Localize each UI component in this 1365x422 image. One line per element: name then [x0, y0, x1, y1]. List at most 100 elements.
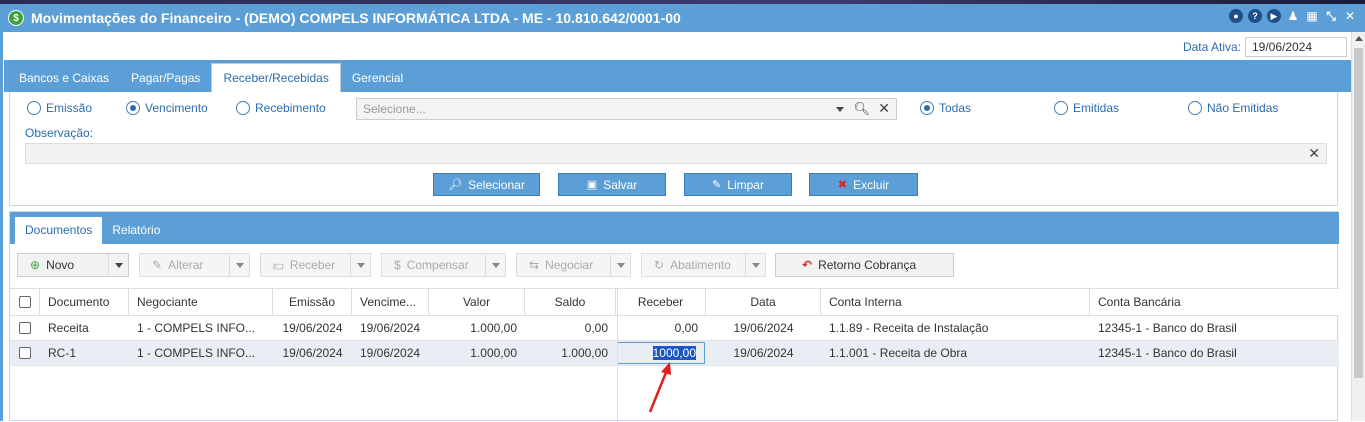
alterar-label: Alterar: [168, 258, 204, 272]
radio-todas[interactable]: Todas: [920, 101, 971, 115]
active-date-input[interactable]: 19/06/2024: [1245, 37, 1347, 57]
header-data[interactable]: Data: [706, 288, 821, 316]
tab-receber-recebidas[interactable]: Receber/Recebidas: [211, 63, 341, 92]
abatimento-dropdown[interactable]: [745, 254, 765, 276]
scroll-thumb[interactable]: [1354, 48, 1363, 378]
retorno-label: Retorno Cobrança: [818, 258, 917, 272]
cell-receber[interactable]: 0,00: [616, 321, 706, 335]
radio-emitidas[interactable]: Emitidas: [1054, 101, 1119, 115]
alterar-button[interactable]: ✎ Alterar: [139, 253, 250, 277]
select-button[interactable]: 🔎︎ Selecionar: [433, 173, 540, 196]
close-icon[interactable]: ✕: [1343, 9, 1357, 23]
scroll-up-icon[interactable]: [1355, 36, 1363, 41]
select-all-cell: [10, 288, 40, 316]
novo-dropdown[interactable]: [108, 254, 128, 276]
cell-conta-interna: 1.1.89 - Receita de Instalação: [829, 321, 989, 335]
novo-label: Novo: [46, 258, 75, 272]
radio-recebimento[interactable]: Recebimento: [236, 101, 326, 115]
header-conta-bancaria[interactable]: Conta Bancária: [1090, 288, 1339, 316]
delete-button[interactable]: ✖ Excluir: [809, 173, 918, 196]
help-icon[interactable]: ?: [1248, 9, 1262, 23]
save-button[interactable]: ▣ Salvar: [558, 173, 666, 196]
receber-label: Receber: [289, 258, 336, 272]
header-documento[interactable]: Documento: [40, 288, 129, 316]
user-icon[interactable]: ♟: [1286, 9, 1300, 23]
play-icon[interactable]: ▶: [1267, 9, 1281, 23]
minimize-circle-icon[interactable]: ●: [1229, 9, 1243, 23]
abatimento-button[interactable]: ↻ Abatimento: [641, 253, 766, 277]
row-checkbox[interactable]: [19, 322, 31, 334]
header-receber[interactable]: Receber: [616, 288, 706, 316]
search-icon[interactable]: 🔍︎: [853, 101, 870, 117]
compensar-dropdown[interactable]: [485, 254, 505, 276]
clear-icon[interactable]: ✕: [878, 100, 890, 117]
novo-button[interactable]: ⊕ Novo: [17, 253, 129, 277]
cell-valor: 1.000,00: [470, 346, 517, 360]
cell-conta-bancaria: 12345-1 - Banco do Brasil: [1098, 346, 1237, 360]
cell-negociante: 1 - COMPELS INFO...: [137, 321, 256, 335]
tab-documentos[interactable]: Documentos: [15, 217, 103, 244]
alterar-dropdown[interactable]: [229, 254, 249, 276]
negociar-dropdown[interactable]: [610, 254, 630, 276]
select-placeholder: Selecione...: [363, 102, 426, 116]
collapse-icon[interactable]: ⤡: [1324, 9, 1338, 23]
cell-vencimento: 19/06/2024: [360, 346, 421, 360]
window-title: Movimentações do Financeiro - (DEMO) COM…: [31, 10, 681, 26]
tab-bancos-caixas[interactable]: Bancos e Caixas: [8, 64, 120, 92]
tab-gerencial[interactable]: Gerencial: [341, 64, 414, 92]
radio-vencimento[interactable]: Vencimento: [126, 101, 208, 115]
chevron-down-icon[interactable]: [836, 107, 844, 112]
cell-conta-interna: 1.1.001 - Receita de Obra: [829, 346, 968, 360]
radio-label: Emitidas: [1073, 101, 1120, 115]
cell-documento: Receita: [48, 321, 89, 335]
select-button-label: Selecionar: [468, 177, 525, 192]
clear-button-label: Limpar: [727, 177, 764, 192]
header-saldo[interactable]: Saldo: [525, 288, 616, 316]
window-controls: ● ? ▶ ♟ ▦ ⤡ ✕: [1229, 9, 1357, 23]
radio-label: Não Emitidas: [1207, 101, 1279, 115]
sub-tabs: Documentos Relatório: [10, 212, 1339, 244]
broom-icon: ✎: [712, 179, 722, 191]
table-row[interactable]: Receita 1 - COMPELS INFO... 19/06/2024 1…: [10, 316, 1339, 341]
header-vencimento[interactable]: Vencime...: [352, 288, 429, 316]
tab-relatorio[interactable]: Relatório: [102, 217, 170, 244]
clear-icon[interactable]: ✕: [1308, 145, 1320, 162]
cell-data: 19/06/2024: [733, 321, 794, 335]
handshake-icon: ⇆: [529, 258, 540, 272]
radio-emissao[interactable]: Emissão: [27, 101, 92, 115]
radio-circle-icon: [27, 101, 41, 115]
delete-x-icon: ✖: [837, 179, 848, 191]
row-checkbox[interactable]: [19, 347, 31, 359]
calendar-icon[interactable]: ▦: [1305, 9, 1319, 23]
header-valor[interactable]: Valor: [429, 288, 525, 316]
cell-negociante: 1 - COMPELS INFO...: [137, 346, 256, 360]
cell-emissao: 19/06/2024: [282, 321, 343, 335]
negociar-label: Negociar: [545, 258, 594, 272]
table-header: Documento Negociante Emissão Vencime... …: [10, 288, 1339, 316]
coin-icon: $: [394, 258, 401, 272]
radio-label: Recebimento: [255, 101, 326, 115]
refresh-icon: ↻: [654, 258, 665, 272]
tab-pagar-pagas[interactable]: Pagar/Pagas: [120, 64, 211, 92]
documents-toolbar: ⊕ Novo ✎ Alterar 💵︎ Receber $ Compensar …: [10, 253, 1339, 277]
radio-circle-icon: [1054, 101, 1068, 115]
radio-nao-emitidas[interactable]: Não Emitidas: [1188, 101, 1278, 115]
header-conta-interna[interactable]: Conta Interna: [821, 288, 1090, 316]
receber-button[interactable]: 💵︎ Receber: [260, 253, 371, 277]
negociar-button[interactable]: ⇆ Negociar: [516, 253, 631, 277]
filter-panel: Emissão Vencimento Recebimento Selecione…: [9, 92, 1338, 206]
magnifier-icon: 🔎︎: [448, 179, 463, 191]
compensar-label: Compensar: [406, 258, 469, 272]
negociante-select[interactable]: Selecione... 🔍︎ ✕: [356, 98, 897, 120]
compensar-button[interactable]: $ Compensar: [381, 253, 506, 277]
header-negociante[interactable]: Negociante: [129, 288, 273, 316]
select-all-checkbox[interactable]: [18, 296, 31, 308]
receber-dropdown[interactable]: [350, 254, 370, 276]
undo-arrow-icon: ↶: [802, 258, 813, 272]
header-emissao[interactable]: Emissão: [273, 288, 352, 316]
active-date-bar: Data Ativa: 19/06/2024: [1183, 37, 1347, 57]
vertical-scrollbar[interactable]: [1351, 32, 1365, 421]
retorno-cobranca-button[interactable]: ↶ Retorno Cobrança: [775, 253, 954, 277]
observation-field[interactable]: ✕: [25, 143, 1327, 164]
clear-button[interactable]: ✎ Limpar: [684, 173, 792, 196]
